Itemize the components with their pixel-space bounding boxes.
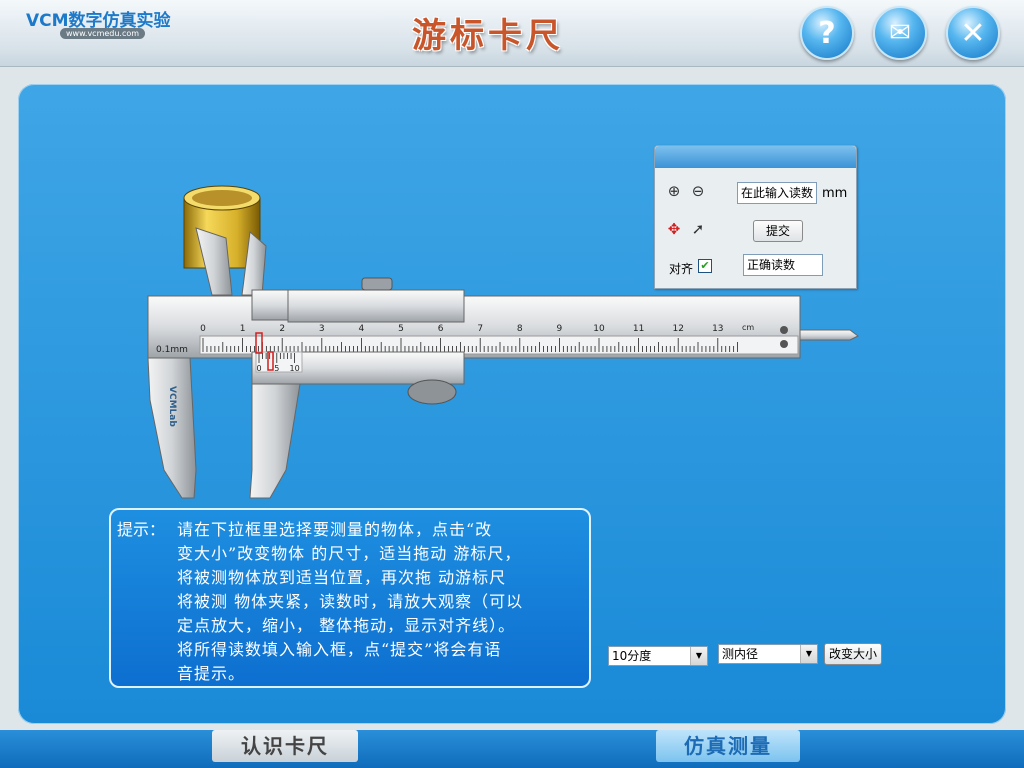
reading-panel-titlebar[interactable] — [655, 146, 856, 168]
main-scale-label: 1 — [240, 324, 246, 334]
fixed-lower-jaw — [147, 357, 197, 499]
unit-label: cm — [742, 323, 754, 332]
hint-line: 将被测 物体夹紧，读数时，请放大观察（可以 — [177, 592, 524, 611]
align-checkbox[interactable]: ✔ — [698, 259, 712, 273]
align-label: 对齐 — [669, 262, 694, 276]
hint-label: 提示： — [117, 520, 166, 539]
hint-line: 音提示。 — [177, 664, 246, 683]
precision-label: 0.1mm — [156, 345, 188, 355]
main-scale-label: 9 — [557, 324, 563, 334]
fixed-point-icon[interactable]: ✥ — [665, 220, 683, 238]
hint-line: 将被测物体放到适当位置，再次拖 动游标尺 — [177, 568, 507, 587]
hint-line: 将所得读数填入输入框，点“提交”将会有语 — [177, 640, 502, 659]
pointer-icon[interactable]: ➚ — [689, 220, 707, 238]
footer-bar — [0, 730, 1024, 768]
main-scale-label: 0 — [200, 324, 206, 334]
main-scale-label: 2 — [279, 324, 285, 334]
correct-reading-field[interactable]: 正确读数 — [743, 254, 823, 276]
vernier-label: 10 — [290, 364, 300, 373]
main-scale-label: 13 — [712, 324, 723, 334]
chevron-down-icon: ▼ — [800, 645, 817, 663]
main-scale-label: 4 — [359, 324, 365, 334]
depth-rod — [799, 329, 859, 341]
submit-button[interactable]: 提交 — [753, 220, 803, 242]
zoom-in-icon[interactable]: ⊕ — [665, 182, 683, 200]
main-scale-label: 12 — [672, 324, 683, 334]
main-scale-label: 3 — [319, 324, 325, 334]
hint-line: 变大小”改变物体 的尺寸，适当拖动 游标尺， — [177, 544, 522, 563]
vernier-label: 5 — [274, 364, 279, 373]
hint-line: 请在下拉框里选择要测量的物体，点击“改 — [177, 520, 493, 539]
sliding-lower-jaw — [249, 383, 301, 499]
brand-label: VCMLab — [167, 386, 177, 427]
main-scale-label: 10 — [593, 324, 605, 334]
chevron-down-icon: ▼ — [690, 647, 707, 665]
vernier-label: 0 — [256, 364, 261, 373]
main-scale-label: 8 — [517, 324, 523, 334]
unit-text: mm — [822, 186, 848, 201]
precision-select[interactable]: 10分度 ▼ — [608, 646, 708, 666]
precision-select-value: 10分度 — [612, 649, 652, 663]
reading-input[interactable]: 在此输入读数 — [737, 182, 817, 204]
main-scale-label: 5 — [398, 324, 404, 334]
reading-panel: ⊕ ⊖ ✥ ➚ 在此输入读数 mm 提交 对齐 ✔ 正确读数 — [654, 145, 857, 289]
zoom-out-icon[interactable]: ⊖ — [689, 182, 707, 200]
simulate-measure-button[interactable]: 仿真测量 — [656, 730, 800, 762]
object-select[interactable]: 测内径 ▼ — [718, 644, 818, 664]
object-select-value: 测内径 — [722, 647, 759, 661]
learn-caliper-button[interactable]: 认识卡尺 — [212, 730, 358, 762]
main-scale-label: 7 — [477, 324, 483, 334]
hint-line: 定点放大，缩小， 整体拖动，显示对齐线）。 — [177, 616, 516, 635]
main-scale-label: 6 — [438, 324, 444, 334]
main-scale-label: 11 — [633, 324, 644, 334]
change-size-button[interactable]: 改变大小 — [824, 643, 882, 665]
hint-text: 请在下拉框里选择要测量的物体，点击“改 变大小”改变物体 的尺寸，适当拖动 游标… — [177, 518, 583, 686]
hint-box: 提示： 请在下拉框里选择要测量的物体，点击“改 变大小”改变物体 的尺寸，适当拖… — [109, 508, 591, 688]
